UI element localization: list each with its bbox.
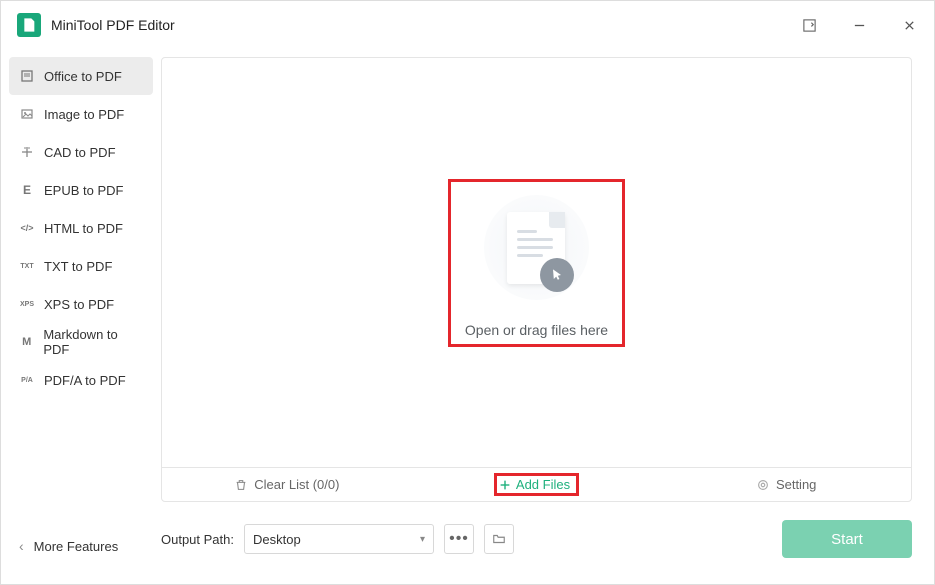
- app-logo-icon: [17, 13, 41, 37]
- app-title: MiniTool PDF Editor: [51, 17, 175, 33]
- more-features-button[interactable]: ‹ More Features: [9, 538, 153, 554]
- caret-down-icon: ▾: [420, 534, 425, 545]
- setting-label: Setting: [776, 477, 816, 492]
- sidebar-item-label: Markdown to PDF: [43, 327, 143, 357]
- markdown-icon: M: [19, 336, 34, 348]
- drop-illustration-icon: [476, 188, 596, 308]
- add-files-label: Add Files: [516, 477, 570, 492]
- output-path-select[interactable]: Desktop ▾: [244, 524, 434, 554]
- file-panel: Open or drag files here Clear List (0/0)…: [161, 57, 912, 502]
- minimize-button[interactable]: [844, 10, 874, 40]
- sidebar-item-label: PDF/A to PDF: [44, 373, 126, 388]
- drop-highlight-box: Open or drag files here: [448, 179, 625, 347]
- more-options-button[interactable]: •••: [444, 524, 474, 554]
- close-button[interactable]: [894, 10, 924, 40]
- open-folder-button[interactable]: [484, 524, 514, 554]
- main-area: Open or drag files here Clear List (0/0)…: [161, 49, 934, 584]
- more-features-label: More Features: [34, 539, 119, 554]
- sidebar-item-xps-to-pdf[interactable]: XPS XPS to PDF: [9, 285, 153, 323]
- window-controls: [794, 10, 924, 40]
- header-menu-icon[interactable]: [794, 10, 824, 40]
- sidebar-item-cad-to-pdf[interactable]: CAD to PDF: [9, 133, 153, 171]
- txt-icon: TXT: [19, 263, 35, 270]
- output-path-value: Desktop: [253, 532, 301, 547]
- drop-area[interactable]: Open or drag files here: [162, 58, 911, 467]
- sidebar-item-label: XPS to PDF: [44, 297, 114, 312]
- xps-icon: XPS: [19, 301, 35, 308]
- panel-toolbar: Clear List (0/0) Add Files Setting: [162, 467, 911, 501]
- sidebar: Office to PDF Image to PDF CAD to PDF E …: [1, 49, 161, 584]
- folder-icon: [492, 532, 506, 546]
- sidebar-item-label: EPUB to PDF: [44, 183, 123, 198]
- pdfa-icon: P/A: [19, 377, 35, 384]
- start-button[interactable]: Start: [782, 520, 912, 558]
- sidebar-item-label: TXT to PDF: [44, 259, 112, 274]
- plus-icon: [498, 478, 512, 492]
- drop-text: Open or drag files here: [465, 322, 608, 338]
- gear-icon: [756, 478, 770, 492]
- clear-list-button[interactable]: Clear List (0/0): [162, 468, 412, 501]
- sidebar-item-txt-to-pdf[interactable]: TXT TXT to PDF: [9, 247, 153, 285]
- title-bar: MiniTool PDF Editor: [1, 1, 934, 49]
- sidebar-item-label: Office to PDF: [44, 69, 122, 84]
- epub-icon: E: [19, 183, 35, 197]
- image-icon: [19, 107, 35, 121]
- add-files-highlight-box: Add Files: [494, 473, 579, 496]
- chevron-left-icon: ‹: [19, 538, 24, 554]
- footer: Output Path: Desktop ▾ ••• Start: [161, 502, 912, 562]
- sidebar-item-image-to-pdf[interactable]: Image to PDF: [9, 95, 153, 133]
- trash-icon: [234, 478, 248, 492]
- html-icon: </>: [19, 223, 35, 233]
- cad-icon: [19, 145, 35, 159]
- sidebar-item-epub-to-pdf[interactable]: E EPUB to PDF: [9, 171, 153, 209]
- app-window: MiniTool PDF Editor Office to PDF: [0, 0, 935, 585]
- sidebar-item-label: CAD to PDF: [44, 145, 116, 160]
- sidebar-item-label: Image to PDF: [44, 107, 124, 122]
- sidebar-item-html-to-pdf[interactable]: </> HTML to PDF: [9, 209, 153, 247]
- sidebar-item-markdown-to-pdf[interactable]: M Markdown to PDF: [9, 323, 153, 361]
- office-icon: [19, 69, 35, 83]
- sidebar-item-office-to-pdf[interactable]: Office to PDF: [9, 57, 153, 95]
- sidebar-item-pdfa-to-pdf[interactable]: P/A PDF/A to PDF: [9, 361, 153, 399]
- add-files-button[interactable]: Add Files: [412, 468, 662, 501]
- setting-button[interactable]: Setting: [661, 468, 911, 501]
- sidebar-item-label: HTML to PDF: [44, 221, 123, 236]
- ellipsis-icon: •••: [449, 530, 469, 548]
- clear-list-label: Clear List (0/0): [254, 477, 339, 492]
- output-path-label: Output Path:: [161, 532, 234, 547]
